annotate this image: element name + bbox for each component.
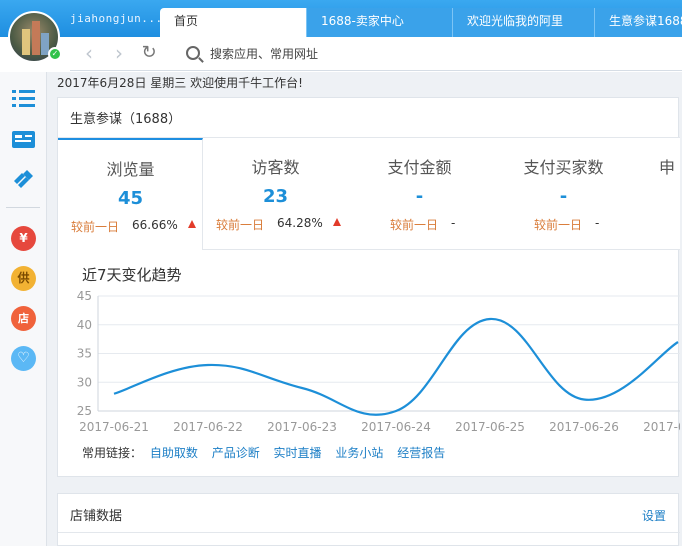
x-tick-label: 2017-06-23 [267,420,337,434]
metric-paying-buyers[interactable]: 支付买家数 - 较前一日 - [491,138,636,250]
metric-name: 访客数 [251,158,300,177]
metric-value: - [415,186,424,207]
metric-payment-amount[interactable]: 支付金额 - 较前一日 - [347,138,492,250]
list-icon[interactable] [11,86,36,111]
tab-my-alibaba[interactable]: 欢迎光临我的阿里 [452,8,594,37]
x-tick-label: 2017-06-21 [79,420,149,434]
trend-title: 近7天变化趋势 [82,266,182,284]
heart-icon[interactable]: ♡ [11,346,36,371]
metric-compare-label: 较前一日 [216,218,265,232]
username[interactable]: jiahongjun... [70,12,163,25]
metric-compare-label: 较前一日 [71,220,120,234]
sidebar: ¥ 供 店 ♡ [0,72,47,546]
x-tick-label: 2017-06-25 [455,420,525,434]
yuan-icon[interactable]: ¥ [11,226,36,251]
metric-name: 支付金额 [387,158,452,177]
metric-change: 66.66% [132,218,178,232]
tab-seller-center[interactable]: 1688-卖家中心 [306,8,452,37]
refresh-icon[interactable]: ↻ [138,43,160,65]
shop-data-title: 店铺数据 [70,509,123,524]
tab-business-advisor[interactable]: 生意参谋1688版 [594,8,682,37]
link-live-stream[interactable]: 实时直播 [274,446,322,460]
y-tick-label: 30 [77,375,92,389]
metric-value: - [559,186,568,207]
metric-visitors[interactable]: 访客数 23 较前一日 64.28% [203,138,348,250]
x-tick-label: 2017-06-24 [361,420,431,434]
x-tick-label: 2017-06-27 [643,420,680,434]
links-label: 常用链接： [82,446,143,460]
metric-name: 申 [659,158,676,177]
panel-title: 生意参谋（1688） [70,112,182,127]
trend-up-icon [188,220,196,228]
link-product-diagnosis[interactable]: 产品诊断 [212,446,260,460]
y-tick-label: 40 [77,318,92,332]
top-bar: ✓ jiahongjun... 首页 1688-卖家中心 欢迎光临我的阿里 生意… [0,0,682,72]
metric-change: - [451,216,456,230]
shop-data-panel: 店铺数据 设置 [57,493,680,546]
back-icon[interactable]: ‹ [78,43,100,65]
layers-icon[interactable] [11,167,36,192]
metric-compare-label: 较前一日 [534,218,583,232]
search-icon [186,46,200,60]
trend-up-icon [333,218,341,226]
y-tick-label: 45 [77,289,92,303]
link-operation-report[interactable]: 经营报告 [397,446,445,460]
metric-value: 45 [117,188,144,209]
metric-compare-label: 较前一日 [390,218,439,232]
trend-line-chart: 25 30 35 40 45 2017-06-21 2017-06-22 2017-06-23… [77,289,680,434]
y-tick-label: 25 [77,404,92,418]
metric-partial[interactable]: 申 [635,138,680,250]
search-input[interactable] [210,44,470,64]
metric-name: 支付买家数 [523,158,604,177]
settings-link[interactable]: 设置 [642,507,666,524]
metric-change: - [595,216,600,230]
tab-home[interactable]: 首页 [160,8,310,37]
x-tick-label: 2017-06-26 [549,420,619,434]
supply-icon[interactable]: 供 [11,266,36,291]
series-line [113,317,679,416]
link-self-service-data[interactable]: 自助取数 [150,446,198,460]
metrics-row: 浏览量 45 较前一日 66.66% 访客数 23 较前一日 64.28% 支付… [58,138,680,250]
metric-value: 23 [262,186,289,207]
id-card-icon[interactable] [11,127,36,152]
nav-row: ‹ › ↻ [70,37,682,71]
x-tick-label: 2017-06-22 [173,420,243,434]
business-advisor-panel: 生意参谋（1688） 浏览量 45 较前一日 66.66% 访客数 23 较前一… [57,97,680,477]
shop-icon[interactable]: 店 [11,306,36,331]
online-status-icon: ✓ [48,47,62,61]
sidebar-divider [6,207,40,208]
search-box[interactable] [178,42,478,66]
link-business-station[interactable]: 业务小站 [335,446,383,460]
metric-name: 浏览量 [106,160,155,179]
common-links: 常用链接： 自助取数 产品诊断 实时直播 业务小站 经营报告 [82,444,455,461]
metric-page-views[interactable]: 浏览量 45 较前一日 66.66% [58,138,203,250]
y-tick-label: 35 [77,347,92,361]
forward-icon[interactable]: › [108,43,130,65]
welcome-date-line: 2017年6月28日 星期三 欢迎使用千牛工作台! [57,76,303,90]
metric-change: 64.28% [277,216,323,230]
